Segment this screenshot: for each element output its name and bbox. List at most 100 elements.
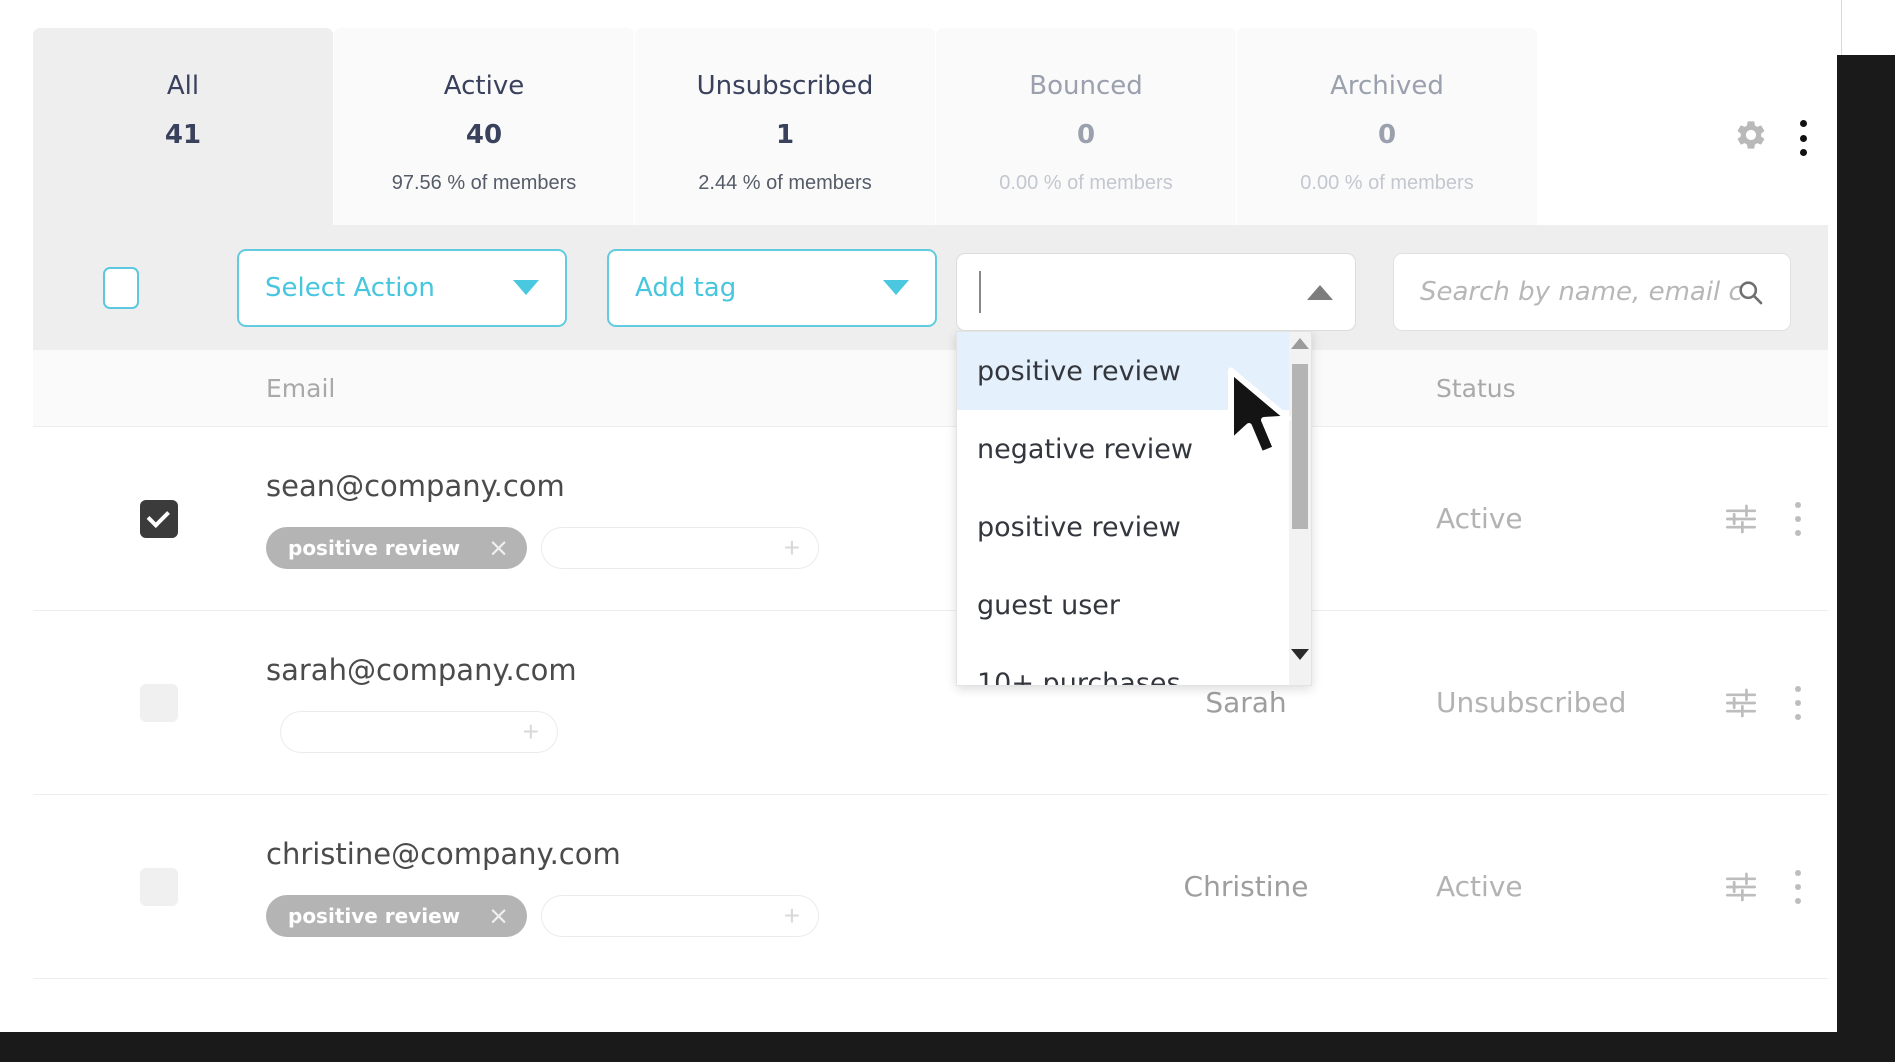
tag-option-4[interactable]: 10+ purchases: [957, 644, 1311, 686]
row-actions: [1686, 869, 1828, 904]
th-email: Email: [266, 373, 336, 403]
kebab-dot: [1795, 501, 1801, 508]
kebab-dot: [1795, 699, 1801, 706]
row-checkbox[interactable]: [140, 683, 178, 722]
tab-all-count: 41: [164, 119, 202, 150]
row-select-cell: [33, 683, 266, 722]
tab-bounced-count: 0: [1076, 119, 1096, 150]
kebab-dot: [1795, 685, 1801, 692]
table-row[interactable]: sarah@company.com + Sarah Unsubscribed: [33, 611, 1828, 795]
tag-option-2[interactable]: positive review: [957, 488, 1311, 566]
screen-edge-bottom: [0, 1032, 1895, 1062]
search-icon[interactable]: [1736, 278, 1764, 306]
kebab-dot: [1795, 897, 1801, 904]
table-header-row: Email Status: [33, 350, 1828, 427]
sliders-icon[interactable]: [1724, 688, 1758, 718]
tab-active-label: Active: [443, 71, 525, 101]
member-email: sarah@company.com: [266, 652, 577, 687]
member-status: Active: [1436, 502, 1523, 535]
tab-active-percent: 97.56 % of members: [391, 171, 577, 194]
row-actions: [1686, 685, 1828, 720]
gear-icon[interactable]: [1734, 118, 1768, 152]
tag-option-1[interactable]: negative review: [957, 410, 1311, 488]
tag-remove-icon[interactable]: ×: [488, 903, 509, 928]
tab-all[interactable]: All 41: [33, 28, 333, 225]
sliders-icon[interactable]: [1724, 504, 1758, 534]
status-tabs: All 41 Active 40 97.56 % of members Unsu…: [33, 28, 1828, 225]
member-email: sean@company.com: [266, 468, 565, 503]
tab-archived-percent: 0.00 % of members: [1300, 171, 1474, 194]
search-box[interactable]: [1393, 253, 1791, 331]
member-tags: positive review × +: [266, 894, 1056, 937]
row-more-icon[interactable]: [1794, 685, 1802, 720]
sliders-icon[interactable]: [1724, 872, 1758, 902]
header-actions: [1734, 28, 1828, 225]
kebab-dot: [1795, 883, 1801, 890]
search-input[interactable]: [1420, 277, 1744, 307]
tab-bounced-percent: 0.00 % of members: [999, 171, 1173, 194]
tab-bounced[interactable]: Bounced 0 0.00 % of members: [936, 28, 1236, 225]
tab-unsubscribed-percent: 2.44 % of members: [698, 171, 872, 194]
add-tag-input[interactable]: +: [541, 894, 820, 937]
page-surface: All 41 Active 40 97.56 % of members Unsu…: [0, 0, 1842, 1036]
more-vertical-icon[interactable]: [1798, 118, 1808, 158]
row-checkbox[interactable]: [140, 499, 178, 538]
add-tag-input[interactable]: +: [541, 526, 820, 569]
tag-option-0[interactable]: positive review: [957, 332, 1311, 410]
chevron-down-icon: [883, 280, 909, 295]
tag-options-dropdown[interactable]: positive review negative review positive…: [956, 331, 1312, 686]
tab-active-count: 40: [465, 119, 503, 150]
tag-chip-label: positive review: [288, 535, 461, 560]
row-actions: [1686, 501, 1828, 536]
row-checkbox[interactable]: [140, 867, 178, 906]
plus-icon: +: [522, 715, 539, 747]
kebab-dot: [1799, 120, 1807, 127]
tab-unsubscribed-count: 1: [775, 119, 795, 150]
member-tags: +: [266, 710, 1056, 753]
tab-archived[interactable]: Archived 0 0.00 % of members: [1237, 28, 1537, 225]
tag-combobox-input[interactable]: [956, 253, 1356, 331]
add-tag-input[interactable]: +: [280, 710, 558, 753]
tag-chip-label: positive review: [288, 903, 461, 928]
row-more-icon[interactable]: [1794, 501, 1802, 536]
member-status: Active: [1436, 870, 1523, 903]
tag-option-3[interactable]: guest user: [957, 566, 1311, 644]
add-tag-label: Add tag: [635, 272, 737, 303]
kebab-dot: [1795, 515, 1801, 522]
tab-archived-label: Archived: [1330, 71, 1444, 101]
tab-unsubscribed[interactable]: Unsubscribed 1 2.44 % of members: [635, 28, 935, 225]
tag-remove-icon[interactable]: ×: [488, 535, 509, 560]
kebab-dot: [1795, 529, 1801, 536]
table-row[interactable]: christine@company.com positive review × …: [33, 795, 1828, 979]
member-tags: positive review × +: [266, 526, 1056, 569]
tab-active[interactable]: Active 40 97.56 % of members: [334, 28, 634, 225]
row-email-cell: sean@company.com positive review × +: [266, 469, 1056, 569]
tab-bounced-label: Bounced: [1029, 71, 1143, 101]
add-tag-dropdown[interactable]: Add tag: [607, 248, 937, 327]
tag-chip[interactable]: positive review ×: [266, 526, 528, 569]
select-action-label: Select Action: [265, 272, 435, 303]
plus-icon: +: [783, 531, 801, 563]
select-action-dropdown[interactable]: Select Action: [237, 248, 567, 327]
row-more-icon[interactable]: [1794, 869, 1802, 904]
member-name: Sarah: [1205, 686, 1287, 719]
chevron-up-icon[interactable]: [1307, 284, 1333, 300]
dropdown-scrollbar[interactable]: [1289, 332, 1311, 685]
scroll-down-arrow-icon[interactable]: [1291, 649, 1309, 660]
row-select-cell: [33, 499, 266, 538]
member-email: christine@company.com: [266, 836, 621, 871]
kebab-dot: [1799, 149, 1807, 156]
row-email-cell: sarah@company.com +: [266, 653, 1056, 753]
table-row[interactable]: sean@company.com positive review × + Act…: [33, 427, 1828, 611]
scroll-up-arrow-icon[interactable]: [1291, 338, 1309, 349]
scrollbar-thumb[interactable]: [1292, 364, 1308, 529]
text-caret: [979, 271, 981, 313]
kebab-dot: [1795, 869, 1801, 876]
select-all-checkbox[interactable]: [103, 266, 139, 309]
kebab-dot: [1795, 713, 1801, 720]
tag-chip[interactable]: positive review ×: [266, 894, 528, 937]
th-status: Status: [1436, 373, 1516, 403]
member-status: Unsubscribed: [1436, 686, 1627, 719]
members-table: Email Status sean@company.com positive r…: [33, 350, 1828, 979]
tab-archived-count: 0: [1377, 119, 1397, 150]
